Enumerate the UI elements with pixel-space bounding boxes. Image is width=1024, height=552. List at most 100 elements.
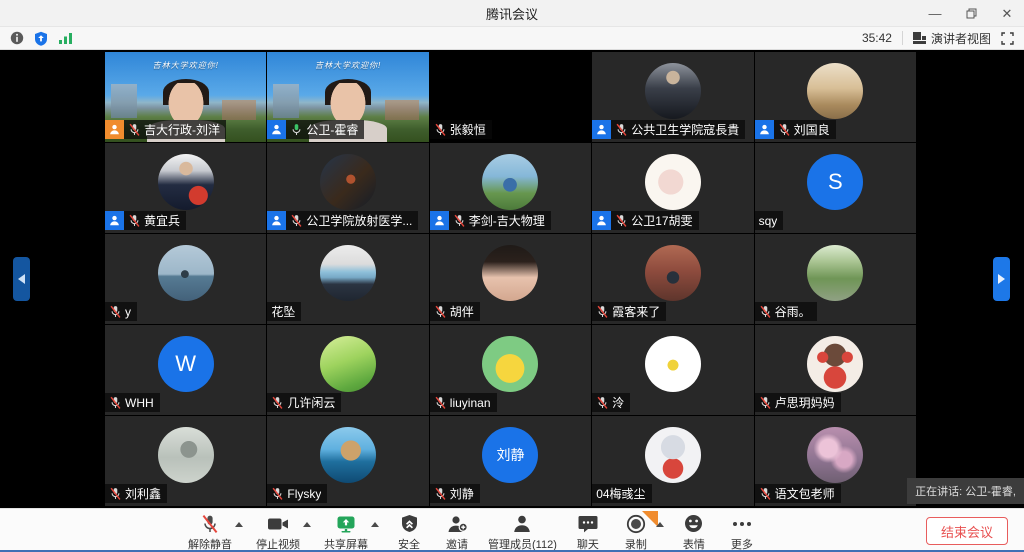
toolbar-invite-person[interactable]: 邀请 (440, 510, 474, 552)
caret-up-icon[interactable] (235, 522, 243, 527)
participant-name-segment: 公卫学院放射医学... (286, 211, 418, 230)
participant-tile[interactable]: WWHH (105, 325, 266, 415)
mic-muted-icon (128, 214, 141, 228)
participant-tile[interactable]: 04梅彧尘 (592, 416, 753, 506)
minimize-button[interactable]: — (926, 5, 944, 23)
participant-name-segment: 几许闲云 (267, 393, 341, 412)
network-signal-icon[interactable] (58, 32, 73, 45)
participant-name: 吉大行政-刘洋 (144, 121, 220, 138)
participant-tile[interactable]: 公卫学院放射医学... (267, 143, 428, 233)
participant-name: WHH (125, 396, 154, 410)
end-meeting-button[interactable]: 结束会议 (926, 517, 1008, 545)
mic-muted-icon (615, 214, 628, 228)
participant-name-segment: 张毅恒 (430, 120, 492, 139)
participant-tile[interactable]: 刘静刘静 (430, 416, 591, 506)
mic-muted-icon (453, 214, 466, 228)
participant-tile[interactable]: 花坠 (267, 234, 428, 324)
participant-label: 几许闲云 (267, 393, 341, 412)
toolbar-members-person[interactable]: 管理成员(112) (488, 510, 557, 552)
security-shield-icon (401, 514, 418, 534)
participant-name: sqy (759, 214, 778, 228)
camera-icon (267, 514, 289, 534)
participant-tile[interactable]: 公共卫生学院寇長貴 (592, 52, 753, 142)
participant-name: 胡伴 (450, 303, 474, 320)
participant-tile[interactable]: 张毅恒 (430, 52, 591, 142)
participant-tile[interactable]: 黄宜兵 (105, 143, 266, 233)
prev-page-arrow[interactable] (13, 257, 30, 301)
participant-tile[interactable]: 谷雨。 (755, 234, 916, 324)
participant-tile[interactable]: 吉林大学欢迎你!吉大行政-刘洋 (105, 52, 266, 142)
toolbar-chat-bubble[interactable]: 聊天 (571, 510, 605, 552)
meeting-info-icon[interactable] (10, 31, 24, 45)
participant-tile[interactable]: 几许闲云 (267, 325, 428, 415)
mic-muted-icon (759, 305, 772, 319)
participant-tile[interactable]: 吉林大学欢迎你!公卫-霍睿 (267, 52, 428, 142)
participant-tile[interactable]: Ssqy (755, 143, 916, 233)
participant-tile[interactable]: y (105, 234, 266, 324)
window-controls: — ✕ (926, 0, 1016, 27)
participant-name-segment: 谷雨。 (755, 302, 817, 321)
participant-name-segment: 黄宜兵 (124, 211, 186, 230)
participant-label: 胡伴 (430, 302, 480, 321)
toolbar-emoji-smiley[interactable]: 表情 (677, 510, 711, 552)
participant-tile[interactable]: 刘利鑫 (105, 416, 266, 506)
participant-name-segment: 公卫17胡雯 (611, 211, 698, 230)
participant-label: 李剑-吉大物理 (430, 211, 551, 230)
toolbar-more-dots[interactable]: 更多 (725, 510, 759, 552)
participant-tile[interactable]: 卢思玥妈妈 (755, 325, 916, 415)
participant-name-segment: 花坠 (267, 302, 301, 321)
participant-tile[interactable]: Flysky (267, 416, 428, 506)
participant-avatar (320, 427, 376, 483)
participant-tile[interactable]: 刘国良 (755, 52, 916, 142)
protect-shield-icon[interactable] (34, 31, 48, 46)
toolbar-items: 解除静音停止视频共享屏幕安全邀请管理成员(112) 聊天录制表情更多 (188, 510, 759, 552)
participant-avatar (807, 63, 863, 119)
participant-name-segment: Flysky (267, 484, 327, 503)
participant-tile[interactable]: liuyinan (430, 325, 591, 415)
next-page-arrow[interactable] (993, 257, 1010, 301)
participant-tile[interactable]: 公卫17胡雯 (592, 143, 753, 233)
mic-muted-icon (596, 305, 609, 319)
speaker-view-button[interactable]: 演讲者视图 (913, 30, 991, 47)
restore-button[interactable] (962, 5, 980, 23)
participant-name-segment: 公卫-霍睿 (286, 120, 364, 139)
caret-up-icon[interactable] (371, 522, 379, 527)
participant-tile[interactable]: 语文包老师 (755, 416, 916, 506)
caret-up-icon[interactable] (656, 522, 664, 527)
participant-tile[interactable]: 胡伴 (430, 234, 591, 324)
fullscreen-icon[interactable] (1001, 32, 1014, 45)
participant-label: 霞客来了 (592, 302, 666, 321)
toolbar-camera[interactable]: 停止视频 (256, 510, 300, 552)
participant-label: 刘静 (430, 484, 480, 503)
mic-on-icon (290, 123, 303, 137)
participant-label: 语文包老师 (755, 484, 841, 503)
window-title: 腾讯会议 (486, 4, 538, 23)
meeting-window: 腾讯会议 — ✕ 35:42 (0, 0, 1024, 552)
participant-name-segment: 语文包老师 (755, 484, 841, 503)
participant-name-segment: WHH (105, 393, 160, 412)
layout-icon (913, 32, 926, 45)
mic-muted-icon (434, 487, 447, 501)
participant-avatar (645, 154, 701, 210)
video-grid: 吉林大学欢迎你!吉大行政-刘洋吉林大学欢迎你!公卫-霍睿张毅恒 公共卫生学院寇長貴… (105, 52, 916, 506)
close-button[interactable]: ✕ (998, 5, 1016, 23)
mic-muted-icon (290, 214, 303, 228)
toolbar-record-circle[interactable]: 录制 (619, 510, 653, 552)
toolbar-share-screen[interactable]: 共享屏幕 (324, 510, 368, 552)
mic-muted-icon (200, 514, 220, 534)
participant-tile[interactable]: 李剑-吉大物理 (430, 143, 591, 233)
participant-name: 花坠 (271, 303, 295, 320)
mic-muted-icon (434, 305, 447, 319)
toolbar-security-shield[interactable]: 安全 (392, 510, 426, 552)
caret-up-icon[interactable] (303, 522, 311, 527)
participant-name: 刘利鑫 (125, 485, 161, 502)
emoji-smiley-icon (684, 514, 703, 534)
title-bar: 腾讯会议 — ✕ (0, 0, 1024, 27)
participant-label: liuyinan (430, 393, 497, 412)
toolbar-mic-muted[interactable]: 解除静音 (188, 510, 232, 552)
participant-tile[interactable]: 霞客来了 (592, 234, 753, 324)
participant-name: 公卫-霍睿 (306, 121, 358, 138)
participant-name: liuyinan (450, 396, 491, 410)
participant-tile[interactable]: 泠 (592, 325, 753, 415)
mic-muted-icon (759, 487, 772, 501)
